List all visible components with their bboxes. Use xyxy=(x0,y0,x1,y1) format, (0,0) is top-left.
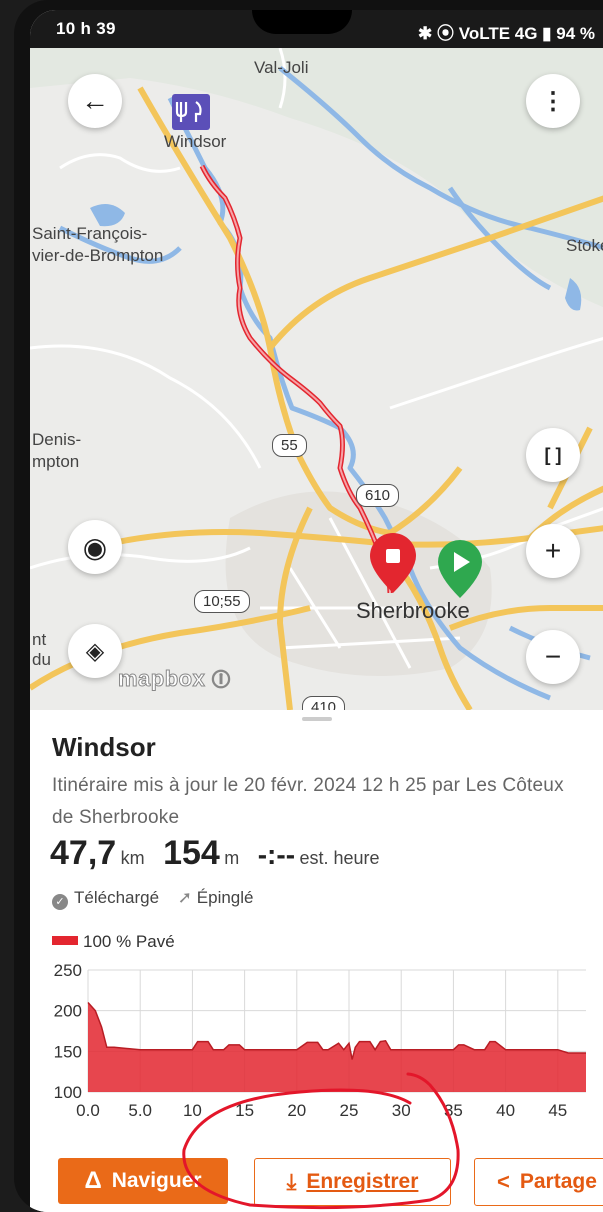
mapbox-logo: mapbox xyxy=(117,666,206,692)
map-label-windsor: Windsor xyxy=(164,132,227,151)
route-stats: 47,7 km 154 m -:-- est. heure xyxy=(50,834,394,873)
share-button[interactable]: < Partage xyxy=(474,1158,603,1206)
elevation-area xyxy=(88,1002,586,1092)
map-base-layer xyxy=(30,48,603,710)
layers-icon: ◈ xyxy=(85,637,105,665)
status-time: 10 h 39 xyxy=(56,19,116,38)
x-tick-label: 25 xyxy=(340,1101,359,1120)
download-icon: ⤓ xyxy=(286,1169,297,1194)
share-icon: < xyxy=(497,1169,510,1194)
route-shield-610: 610 xyxy=(356,484,400,507)
y-tick-label: 150 xyxy=(54,1042,82,1061)
route-badges: ✓ Téléchargé ➚ Épinglé xyxy=(52,888,254,910)
route-title: Windsor xyxy=(52,732,156,762)
pin-icon: ➚ xyxy=(177,888,193,907)
x-tick-label: 30 xyxy=(392,1101,411,1120)
save-button[interactable]: ⤓ Enregistrer xyxy=(254,1158,451,1206)
time-value: -:-- xyxy=(257,839,296,870)
status-bar: 10 h 39 ✱ ⦿ VoLTE 4G ▮ 94 % xyxy=(30,10,603,48)
more-vert-icon: ⋮ xyxy=(541,87,565,115)
x-tick-label: 20 xyxy=(287,1101,306,1120)
navigate-button[interactable]: Δ Naviguer xyxy=(58,1158,228,1204)
zoom-out-icon: − xyxy=(544,641,562,672)
y-tick-label: 200 xyxy=(54,1002,82,1021)
zoom-in-icon: + xyxy=(544,535,562,566)
map-label-denis-1: Denis- xyxy=(32,430,82,449)
route-shield-410: 410 xyxy=(302,696,346,710)
navigate-label: Naviguer xyxy=(111,1169,202,1192)
map-layers-button[interactable]: ◈ xyxy=(68,624,122,678)
mapbox-attribution[interactable]: mapbox ⓘ xyxy=(117,666,230,692)
distance-value: 47,7 xyxy=(50,834,117,872)
surface-swatch xyxy=(52,936,78,945)
map-label-saint-francois-1: Saint-François- xyxy=(32,224,148,243)
back-button[interactable]: ← xyxy=(68,74,122,128)
screen: 10 h 39 ✱ ⦿ VoLTE 4G ▮ 94 % Val-Joli Win… xyxy=(30,10,603,1212)
downloaded-label: Téléchargé xyxy=(74,888,160,907)
x-tick-label: 45 xyxy=(548,1101,567,1120)
camera-notch xyxy=(252,10,352,34)
sheet-drag-handle[interactable] xyxy=(302,717,332,721)
check-icon: ✓ xyxy=(52,894,68,910)
fullscreen-button[interactable]: [ ] xyxy=(526,428,580,482)
route-shield-55: 55 xyxy=(272,434,307,457)
y-tick-label: 250 xyxy=(54,961,82,980)
zoom-out-button[interactable]: − xyxy=(526,630,580,684)
surface-legend-label: 100 % Pavé xyxy=(83,932,175,951)
x-tick-label: 15 xyxy=(235,1101,254,1120)
x-tick-label: 40 xyxy=(496,1101,515,1120)
x-tick-label: 10 xyxy=(183,1101,202,1120)
elevation-chart[interactable]: 250 200 150 1000.0 5.0 10 15 20 25 30 35 40 45 xyxy=(30,960,603,1140)
more-options-button[interactable]: ⋮ xyxy=(526,74,580,128)
action-buttons: Δ Naviguer ⤓ Enregistrer < Partage xyxy=(30,1158,603,1208)
x-tick-label: 35 xyxy=(444,1101,463,1120)
share-label: Partage xyxy=(519,1170,597,1193)
time-unit: est. heure xyxy=(299,848,380,868)
pinned-label: Épinglé xyxy=(196,888,254,907)
locate-me-button[interactable]: ◉ xyxy=(68,520,122,574)
navigation-arrow-icon: Δ xyxy=(84,1167,102,1194)
status-icons: ✱ ⦿ VoLTE 4G ▮ 94 % xyxy=(418,24,595,43)
phone-frame: 10 h 39 ✱ ⦿ VoLTE 4G ▮ 94 % Val-Joli Win… xyxy=(14,0,603,1212)
locate-icon: ◉ xyxy=(82,531,108,563)
elevation-value: 154 xyxy=(163,834,220,872)
info-icon[interactable]: ⓘ xyxy=(211,670,230,691)
restaurant-marker-icon[interactable] xyxy=(172,94,210,130)
map-label-sherbrooke: Sherbrooke xyxy=(356,598,470,623)
route-map[interactable]: Val-Joli Windsor Saint-François- vier-de… xyxy=(30,48,603,710)
map-label-val-joli: Val-Joli xyxy=(254,58,309,77)
x-tick-label: 5.0 xyxy=(128,1101,152,1120)
map-label-nt: nt xyxy=(32,630,47,649)
distance-unit: km xyxy=(120,848,145,868)
route-details-sheet: Windsor Itinéraire mis à jour le 20 févr… xyxy=(30,710,603,1212)
map-label-denis-2: mpton xyxy=(32,452,80,471)
map-label-saint-francois-2: vier-de-Brompton xyxy=(32,246,164,265)
elevation-unit: m xyxy=(224,848,240,868)
y-tick-label: 100 xyxy=(54,1083,82,1102)
map-label-stoke: Stoke xyxy=(566,236,603,255)
route-subtitle: Itinéraire mis à jour le 20 févr. 2024 1… xyxy=(52,775,564,828)
map-label-du: du xyxy=(32,650,51,669)
back-arrow-icon: ← xyxy=(81,85,109,116)
x-tick-label: 0.0 xyxy=(76,1101,100,1120)
zoom-in-button[interactable]: + xyxy=(526,524,580,578)
route-shield-10-55: 10;55 xyxy=(194,590,250,613)
save-label: Enregistrer xyxy=(306,1170,419,1193)
fullscreen-icon: [ ] xyxy=(544,444,562,465)
surface-legend: 100 % Pavé xyxy=(52,932,175,952)
